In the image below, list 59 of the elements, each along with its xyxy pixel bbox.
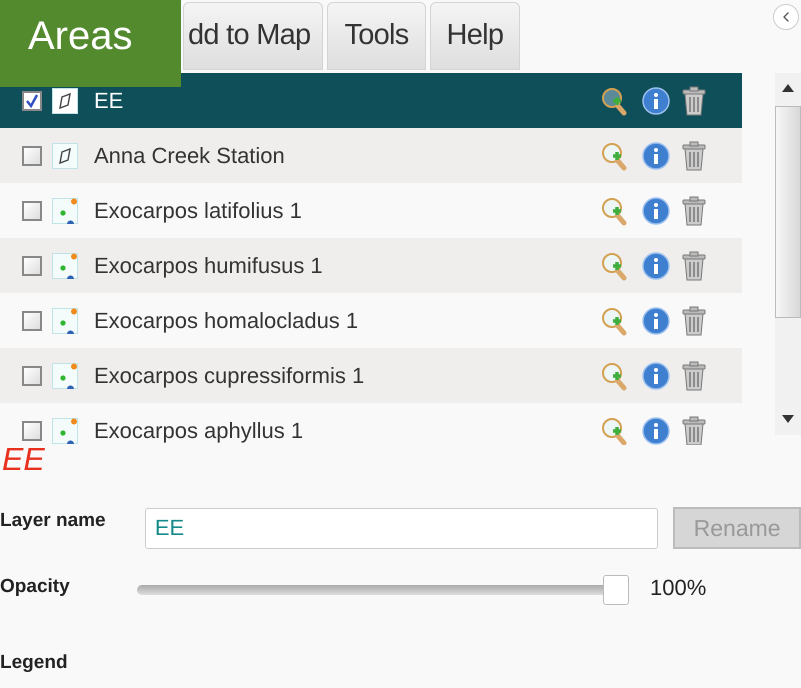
info-icon[interactable] — [642, 362, 670, 390]
checkbox[interactable] — [22, 366, 42, 386]
scroll-thumb[interactable] — [775, 106, 801, 318]
layer-name: Anna Creek Station — [94, 142, 285, 170]
opacity-label: Opacity — [0, 574, 71, 599]
layer-title: EE — [2, 443, 46, 475]
layer-row[interactable]: Exocarpos latifolius 1 — [0, 183, 742, 238]
trash-icon[interactable] — [682, 360, 706, 390]
layer-row[interactable]: EE — [0, 73, 742, 128]
trash-icon[interactable] — [682, 306, 706, 336]
polygon-icon — [52, 142, 78, 168]
points-icon — [52, 308, 78, 334]
tab[interactable]: dd to Map — [183, 2, 324, 70]
layer-row[interactable]: Exocarpos aphyllus 1 — [0, 403, 742, 445]
legend-label: Legend — [0, 651, 69, 675]
layer-name: Exocarpos latifolius 1 — [94, 197, 302, 225]
slider-thumb[interactable] — [603, 575, 629, 605]
opacity-slider[interactable] — [137, 575, 629, 605]
areas-label: Areas — [0, 0, 181, 87]
info-icon[interactable] — [642, 416, 670, 444]
trash-icon[interactable] — [682, 140, 706, 170]
layer-row[interactable]: Exocarpos homalocladus 1 — [0, 293, 742, 348]
layer-name: Exocarpos aphyllus 1 — [94, 417, 304, 445]
layer-row[interactable]: Exocarpos cupressiformis 1 — [0, 348, 742, 403]
layer-name: Exocarpos cupressiformis 1 — [94, 362, 364, 390]
collapse-button[interactable] — [773, 4, 799, 30]
trash-icon[interactable] — [682, 416, 706, 445]
trash-icon[interactable] — [682, 196, 706, 226]
opacity-value: 100% — [650, 574, 706, 602]
info-icon[interactable] — [642, 196, 670, 224]
layer-row[interactable]: Anna Creek Station — [0, 128, 742, 183]
points-icon — [52, 418, 78, 444]
checkbox[interactable] — [22, 146, 42, 166]
trash-icon[interactable] — [682, 86, 706, 116]
scroll-up-icon[interactable] — [782, 84, 794, 92]
info-icon[interactable] — [642, 86, 670, 114]
checkbox[interactable] — [22, 256, 42, 276]
points-icon — [52, 252, 78, 278]
tab[interactable]: Help — [430, 2, 520, 70]
layer-name-field[interactable]: EE — [144, 508, 658, 548]
checkbox[interactable] — [22, 200, 42, 220]
trash-icon[interactable] — [682, 250, 706, 280]
layer-name: Exocarpos homalocladus 1 — [94, 307, 358, 335]
checkbox[interactable] — [22, 310, 42, 330]
points-icon — [52, 362, 78, 388]
scroll-down-icon[interactable] — [782, 415, 794, 423]
scrollbar[interactable] — [775, 73, 801, 435]
layer-name: Exocarpos humifusus 1 — [94, 252, 323, 280]
polygon-icon — [52, 88, 78, 114]
points-icon — [52, 198, 78, 224]
checkbox[interactable] — [22, 90, 42, 110]
layer-name-label: Layer name — [0, 509, 107, 533]
layer-row[interactable]: Exocarpos humifusus 1 — [0, 238, 742, 293]
info-icon[interactable] — [642, 142, 670, 170]
info-icon[interactable] — [642, 252, 670, 280]
tab[interactable]: Tools — [327, 2, 426, 70]
info-icon[interactable] — [642, 306, 670, 334]
checkbox[interactable] — [22, 420, 42, 440]
layer-name: EE — [94, 87, 124, 115]
